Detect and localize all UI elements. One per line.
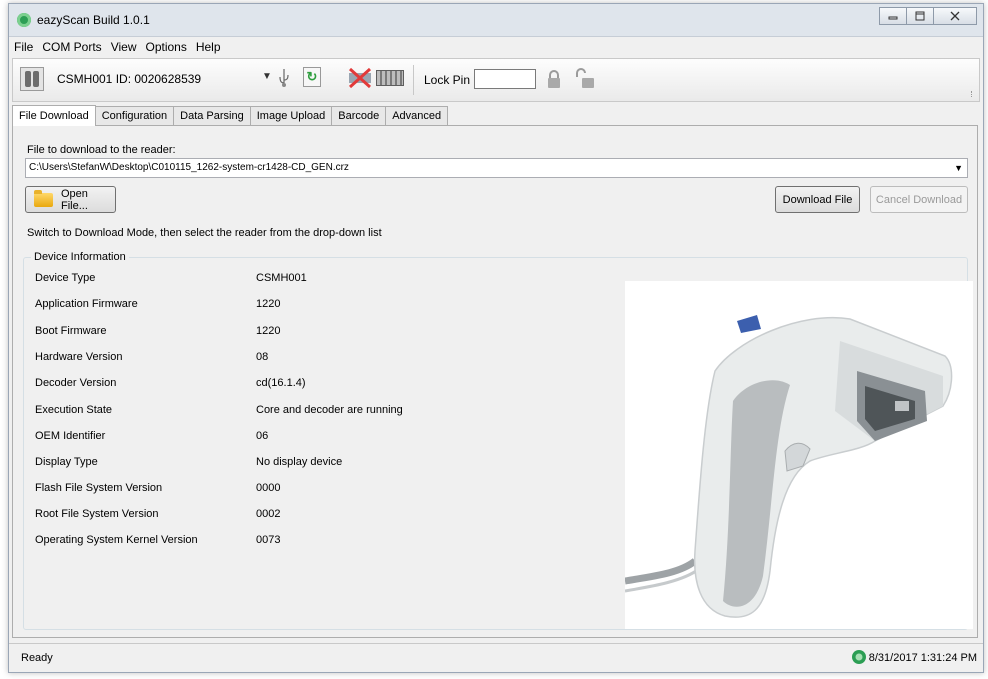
toolbar-separator (413, 65, 414, 95)
open-file-button[interactable]: Open File... (25, 186, 116, 213)
info-label: Display Type (35, 456, 98, 468)
info-value: CSMH001 (256, 272, 307, 284)
cancel-download-button[interactable]: Cancel Download (870, 186, 968, 213)
menu-options[interactable]: Options (145, 40, 186, 54)
status-text: Ready (21, 652, 53, 664)
info-value: 08 (256, 351, 269, 363)
minimize-icon (888, 16, 898, 20)
tab-configuration[interactable]: Configuration (94, 106, 175, 125)
tab-advanced[interactable]: Advanced (385, 106, 449, 125)
tab-file-download[interactable]: File Download (12, 105, 96, 126)
disconnect-icon[interactable] (347, 67, 373, 89)
tab-data-parsing[interactable]: Data Parsing (173, 106, 251, 125)
barcode-scanner-image (624, 315, 953, 618)
file-path-value: C:\Users\StefanW\Desktop\C010115_1262-sy… (29, 162, 349, 173)
chevron-down-icon[interactable]: ▼ (262, 71, 272, 82)
info-row-decoder-version: Decoder Version cd(16.1.4) (35, 377, 435, 391)
info-value: 1220 (256, 325, 281, 337)
lock-icon[interactable] (546, 69, 562, 89)
info-value: cd(16.1.4) (256, 377, 306, 389)
info-row-hardware-version: Hardware Version 08 (35, 351, 435, 365)
info-row-oem-identifier: OEM Identifier 06 (35, 430, 435, 444)
close-button[interactable] (933, 7, 977, 25)
window-controls (879, 7, 977, 25)
info-row-device-type: Device Type CSMH001 (35, 272, 435, 286)
info-row-execution-state: Execution State Core and decoder are run… (35, 404, 435, 418)
menu-view[interactable]: View (111, 40, 137, 54)
info-label: Decoder Version (35, 377, 117, 389)
title-bar: eazyScan Build 1.0.1 (9, 4, 983, 37)
info-label: Operating System Kernel Version (35, 534, 198, 546)
tab-image-upload[interactable]: Image Upload (249, 106, 333, 125)
toolbar: CSMH001 ID: 0020628539 ▼ ↻ Lock Pin (12, 58, 980, 102)
toolbar-grip[interactable] (971, 91, 976, 97)
folder-icon (34, 189, 53, 207)
device-selector[interactable]: CSMH001 ID: 0020628539 (57, 72, 257, 86)
info-label: Boot Firmware (35, 325, 107, 337)
maximize-icon (915, 11, 925, 21)
download-mode-hint: Switch to Download Mode, then select the… (27, 227, 382, 239)
menu-help[interactable]: Help (196, 40, 221, 54)
info-label: Hardware Version (35, 351, 123, 363)
device-image (624, 281, 973, 629)
reader-device-icon[interactable] (20, 67, 44, 91)
window-title: eazyScan Build 1.0.1 (37, 13, 150, 27)
menu-com-ports[interactable]: COM Ports (42, 40, 101, 54)
file-download-panel: File to download to the reader: C:\Users… (12, 125, 978, 638)
info-row-flash-file-system-version: Flash File System Version 0000 (35, 482, 435, 496)
device-information-title: Device Information (31, 251, 129, 263)
info-value: 0073 (256, 534, 281, 546)
download-file-button[interactable]: Download File (775, 186, 860, 213)
info-value: No display device (256, 456, 343, 468)
file-path-combobox[interactable]: C:\Users\StefanW\Desktop\C010115_1262-sy… (25, 158, 968, 178)
info-label: Flash File System Version (35, 482, 163, 494)
maximize-button[interactable] (906, 7, 934, 25)
info-row-application-firmware: Application Firmware 1220 (35, 298, 435, 312)
lock-pin-label: Lock Pin (424, 73, 471, 87)
usb-icon[interactable] (277, 68, 291, 88)
info-value: 06 (256, 430, 269, 442)
info-row-display-type: Display Type No display device (35, 456, 435, 470)
connection-status-icon (852, 650, 866, 664)
info-value: Core and decoder are running (256, 404, 403, 416)
info-value: 1220 (256, 298, 281, 310)
info-label: Application Firmware (35, 298, 138, 310)
status-bar: Ready 8/31/2017 1:31:24 PM (9, 643, 983, 672)
menu-file[interactable]: File (14, 40, 33, 54)
keyboard-icon[interactable] (376, 70, 404, 86)
tab-strip: File Download Configuration Data Parsing… (12, 105, 449, 126)
app-window: eazyScan Build 1.0.1 File COM Ports View… (8, 3, 984, 673)
info-value: 0002 (256, 508, 281, 520)
file-label: File to download to the reader: (27, 144, 176, 156)
chevron-down-icon[interactable]: ▼ (954, 159, 963, 177)
lock-pin-input[interactable] (474, 69, 536, 89)
unlock-icon[interactable] (574, 68, 596, 89)
info-label: Execution State (35, 404, 113, 416)
app-logo-icon (17, 13, 31, 27)
info-value: 0000 (256, 482, 281, 494)
info-label: OEM Identifier (35, 430, 106, 442)
status-datetime: 8/31/2017 1:31:24 PM (868, 652, 977, 664)
close-icon (950, 11, 960, 21)
info-row-root-file-system-version: Root File System Version 0002 (35, 508, 435, 522)
tab-barcode[interactable]: Barcode (331, 106, 387, 125)
refresh-icon[interactable]: ↻ (303, 67, 321, 87)
info-row-boot-firmware: Boot Firmware 1220 (35, 325, 435, 339)
info-row-os-kernel-version: Operating System Kernel Version 0073 (35, 534, 435, 548)
info-label: Root File System Version (35, 508, 159, 520)
minimize-button[interactable] (879, 7, 907, 25)
info-label: Device Type (35, 272, 96, 284)
open-file-label: Open File... (61, 187, 88, 212)
menu-bar: File COM Ports View Options Help (9, 37, 983, 57)
